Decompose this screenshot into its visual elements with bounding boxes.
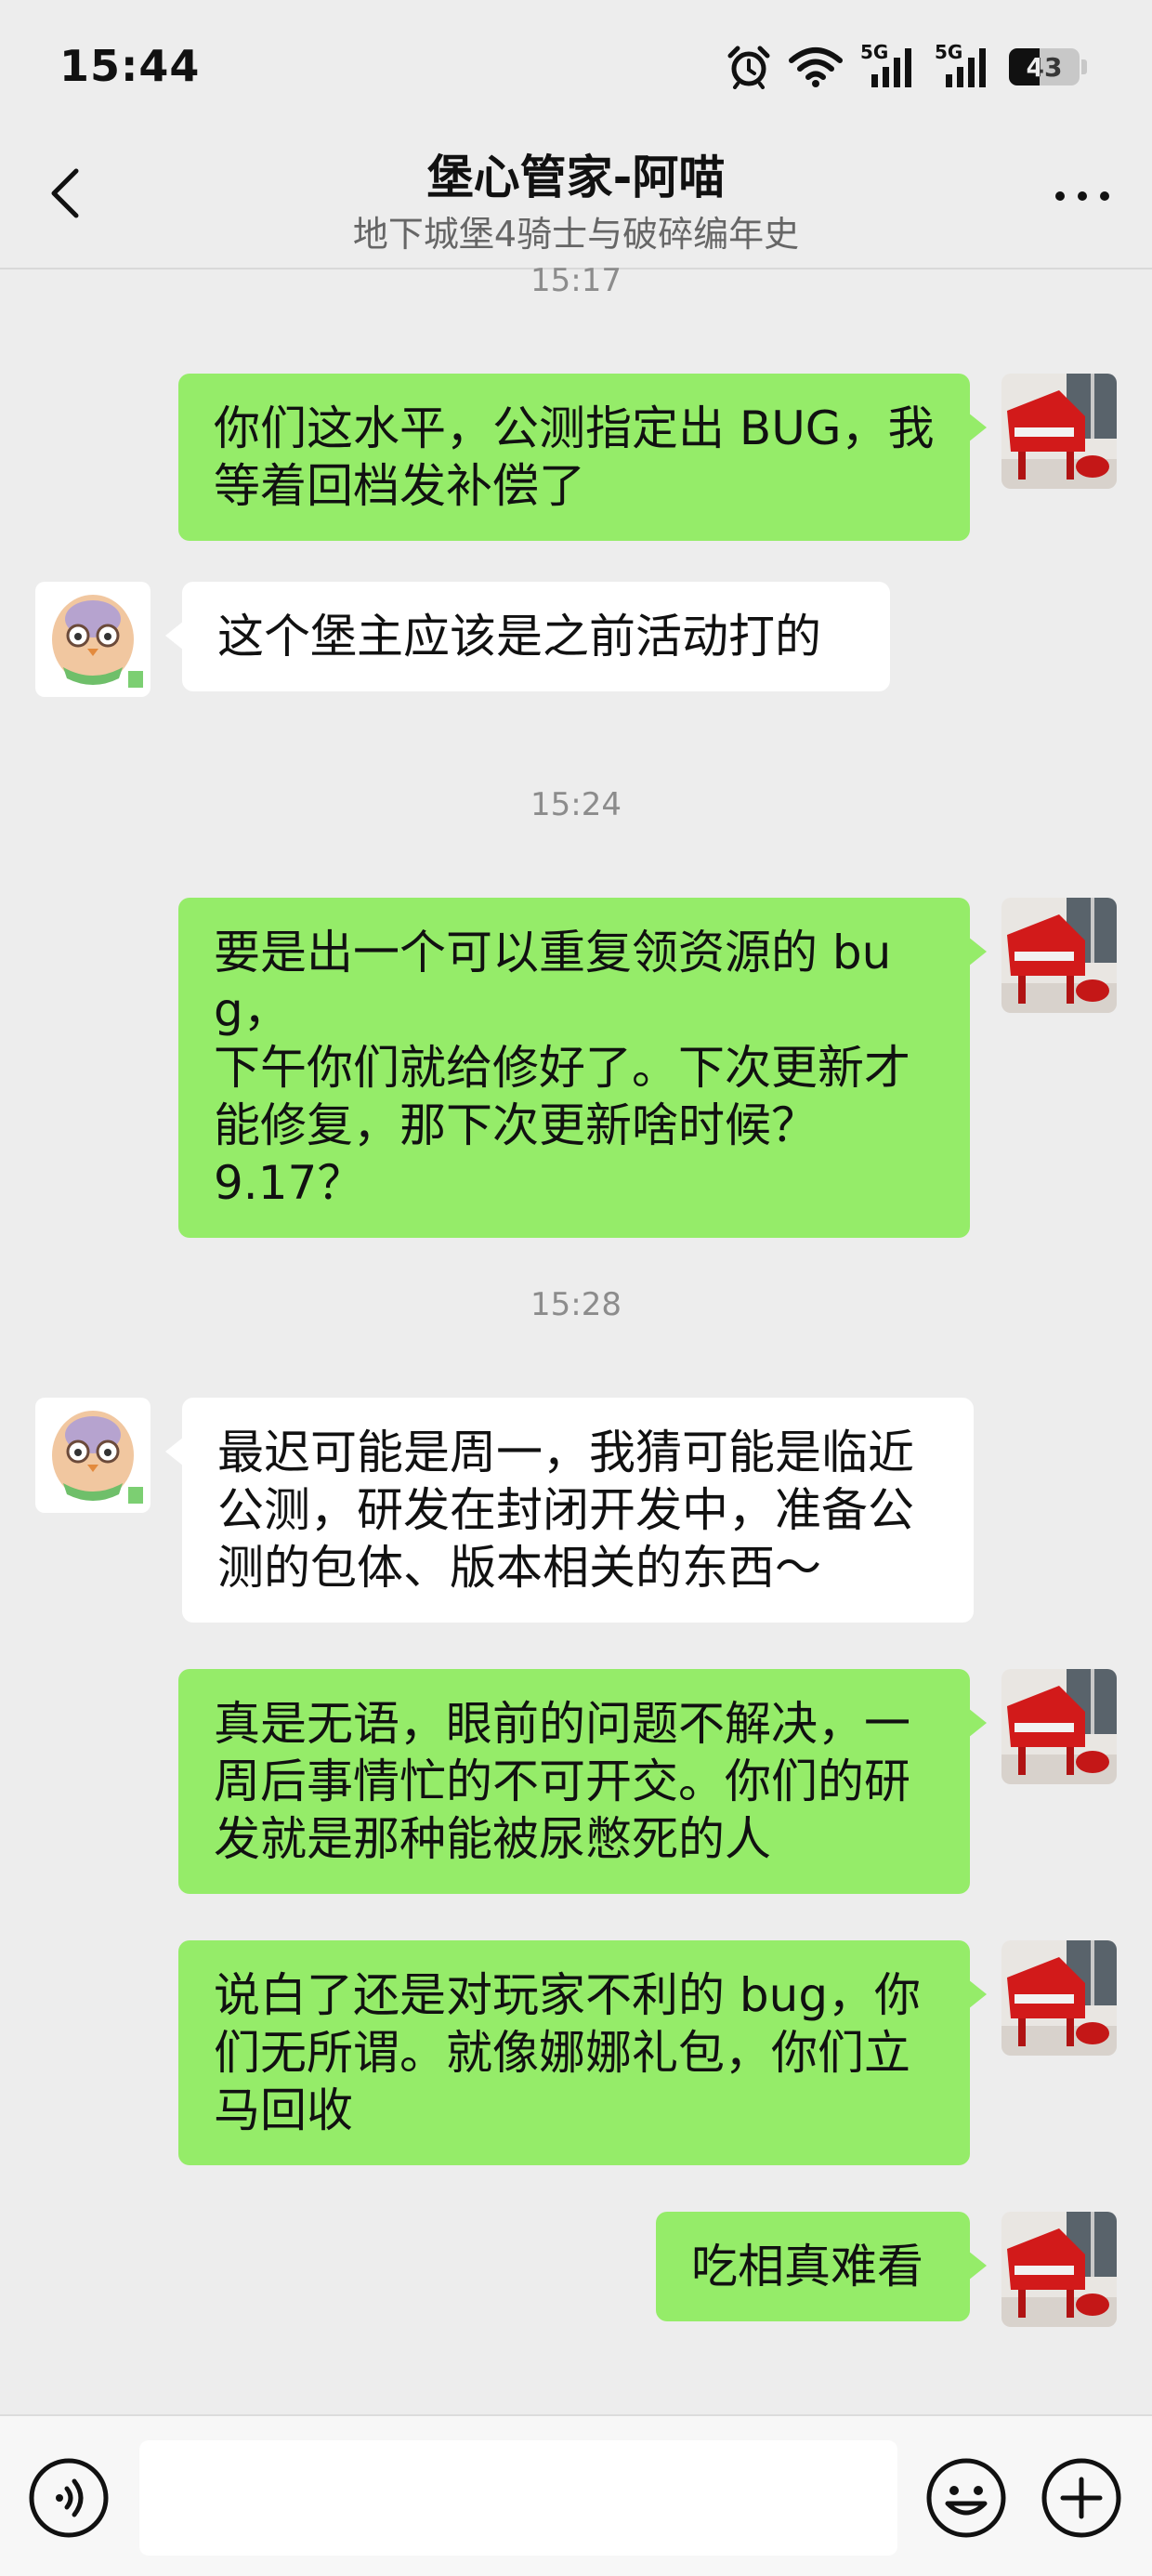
emoji-icon: [926, 2458, 1006, 2538]
self-avatar[interactable]: [1001, 2212, 1117, 2327]
received-message[interactable]: 这个堡主应该是之前活动打的: [165, 582, 890, 691]
status-bar: 15:44 5G 5G 43: [0, 0, 1152, 135]
plus-icon: [1041, 2458, 1121, 2538]
self-avatar[interactable]: [1001, 374, 1117, 489]
battery-tip: [1081, 59, 1087, 74]
sent-message[interactable]: 吃相真难看: [656, 2212, 987, 2321]
status-icons: 5G 5G 43: [727, 41, 1087, 91]
message-timestamp: 15:24: [530, 786, 622, 823]
piano-avatar-image: [1001, 1669, 1117, 1784]
cellular-signal-2: 5G: [935, 41, 992, 89]
more-button[interactable]: [1050, 168, 1115, 224]
battery-percent: 43: [1026, 51, 1063, 83]
status-time: 15:44: [59, 41, 201, 91]
chat-title: 堡心管家-阿喵: [426, 151, 726, 204]
message-input-bar: [0, 2414, 1152, 2576]
self-avatar[interactable]: [1001, 1940, 1117, 2056]
contact-avatar[interactable]: [35, 1398, 151, 1513]
battery-indicator: 43: [1009, 48, 1087, 85]
wifi-icon: [789, 47, 843, 87]
piano-avatar-image: [1001, 374, 1117, 489]
piano-avatar-image: [1001, 1940, 1117, 2056]
signal-bars-icon: [946, 48, 986, 87]
voice-icon: [29, 2458, 109, 2538]
chat-header: 堡心管家-阿喵 地下城堡4骑士与破碎编年史: [0, 135, 1152, 269]
piano-avatar-image: [1001, 898, 1117, 1013]
message-timestamp: 15:28: [530, 1286, 622, 1323]
self-avatar[interactable]: [1001, 1669, 1117, 1784]
emoji-button[interactable]: [925, 2457, 1007, 2539]
sent-message[interactable]: 要是出一个可以重复领资源的 bug， 下午你们就给修好了。下次更新才 能修复，那…: [178, 898, 987, 1238]
voice-button[interactable]: [28, 2457, 110, 2539]
battery-icon: 43: [1009, 48, 1080, 85]
message-text-input[interactable]: [139, 2440, 897, 2556]
more-dots-icon: [1055, 191, 1109, 201]
signal-bars-icon: [871, 48, 911, 87]
sent-message[interactable]: 真是无语，眼前的问题不解决，一 周后事情忙的不可开交。你们的研 发就是那种能被尿…: [178, 1669, 987, 1894]
sent-message[interactable]: 你们这水平，公测指定出 BUG，我 等着回档发补偿了: [178, 374, 987, 541]
received-message[interactable]: 最迟可能是周一，我猜可能是临近 公测，研发在封闭开发中，准备公 测的包体、版本相…: [165, 1398, 974, 1623]
cellular-signal-1: 5G: [860, 41, 918, 89]
owl-avatar-image: [35, 582, 151, 697]
message-timestamp: 15:17: [530, 262, 622, 299]
more-functions-button[interactable]: [1041, 2457, 1122, 2539]
sent-message[interactable]: 说白了还是对玩家不利的 bug，你 们无所谓。就像娜娜礼包，你们立 马回收: [178, 1940, 987, 2165]
owl-avatar-image: [35, 1398, 151, 1513]
self-avatar[interactable]: [1001, 898, 1117, 1013]
alarm-icon: [727, 46, 770, 89]
piano-avatar-image: [1001, 2212, 1117, 2327]
chat-subtitle: 地下城堡4骑士与破碎编年史: [352, 214, 800, 255]
contact-avatar[interactable]: [35, 582, 151, 697]
